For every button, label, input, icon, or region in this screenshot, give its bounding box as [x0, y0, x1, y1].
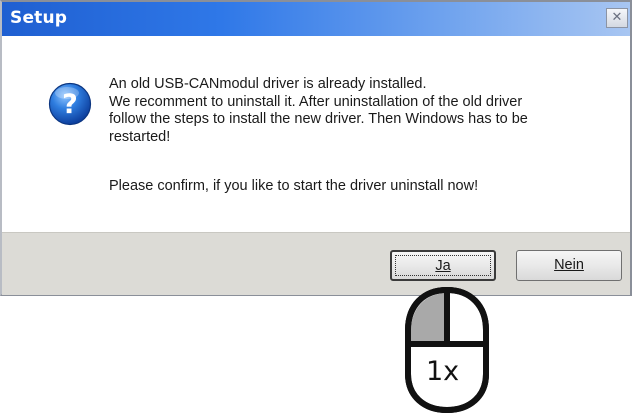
title-bar[interactable]: Setup ✕: [2, 2, 630, 36]
no-button-label: Nein: [554, 257, 584, 273]
message-area: ? An old USB-CANmodul driver is already …: [2, 36, 630, 232]
close-icon: ✕: [611, 10, 623, 25]
yes-button[interactable]: Ja: [390, 250, 496, 281]
message-line: follow the steps to install the new driv…: [109, 111, 528, 127]
setup-dialog: Setup ✕ ? An old USB-CANmodul driver is …: [0, 0, 632, 296]
mouse-left-click-icon: [405, 286, 489, 414]
window-title: Setup: [10, 8, 68, 28]
no-button[interactable]: Nein: [516, 250, 622, 281]
confirm-text: Please confirm, if you like to start the…: [109, 178, 479, 194]
message-line: restarted!: [109, 128, 171, 145]
question-icon: ?: [48, 82, 92, 126]
close-button[interactable]: ✕: [606, 8, 628, 28]
button-bar: Ja Nein: [2, 232, 630, 295]
message-text: An old USB-CANmodul driver is already in…: [109, 76, 609, 146]
message-line: An old USB-CANmodul driver is already in…: [109, 76, 427, 92]
yes-button-label: Ja: [435, 258, 451, 274]
click-count-label: 1x: [426, 356, 460, 387]
message-line: We recomment to uninstall it. After unin…: [109, 93, 523, 110]
svg-text:?: ?: [62, 89, 78, 120]
